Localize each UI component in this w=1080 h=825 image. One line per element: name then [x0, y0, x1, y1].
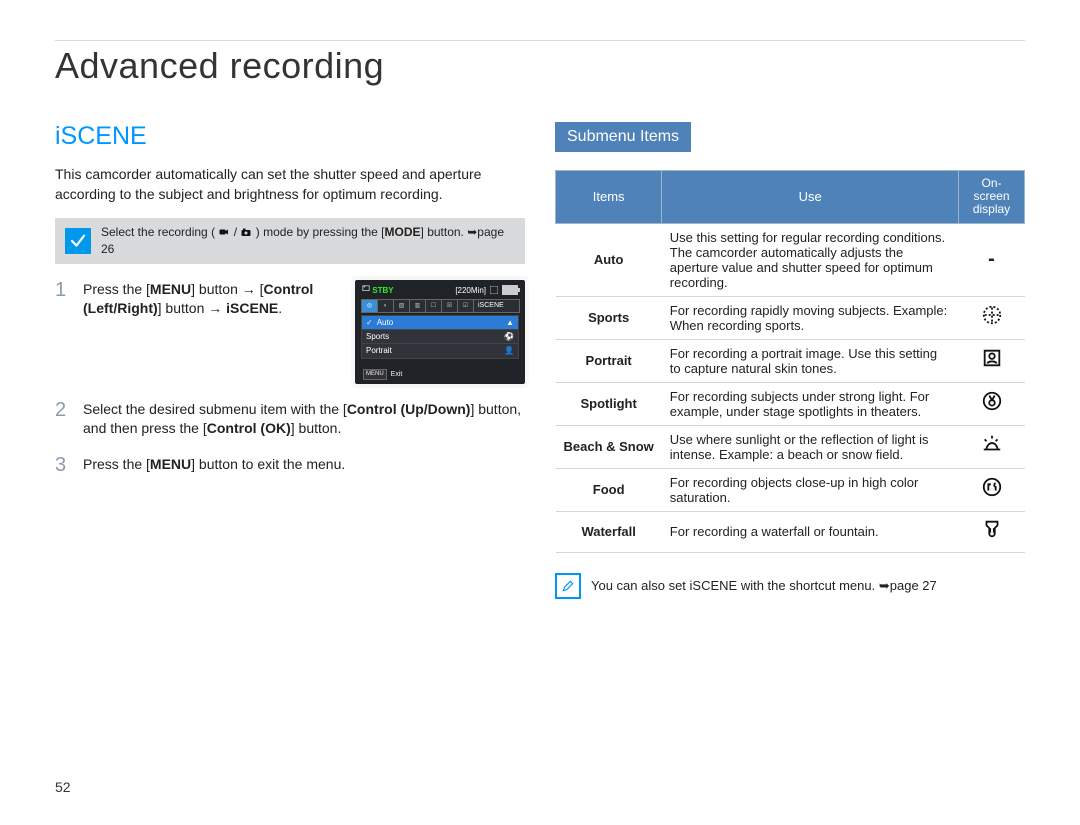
- page-number: 52: [55, 779, 71, 795]
- portrait-icon: [959, 339, 1025, 382]
- cell-use: Use this setting for regular recording c…: [662, 223, 959, 296]
- th-osd-l2: display: [973, 202, 1010, 216]
- table-row: Waterfall For recording a waterfall or f…: [556, 511, 1025, 552]
- table-row: Food For recording objects close-up in h…: [556, 468, 1025, 511]
- submenu-items-heading: Submenu Items: [555, 122, 691, 152]
- lcd-row-label: Auto: [377, 318, 393, 327]
- th-items: Items: [556, 171, 662, 224]
- cell-name: Sports: [556, 296, 662, 339]
- step-1: Press the [MENU] button → [Control (Left…: [55, 280, 525, 384]
- tip-page-ref: page 27: [890, 578, 937, 593]
- note-mode-button: MODE: [385, 225, 421, 239]
- step2-ctrl2: Control (OK): [207, 420, 291, 436]
- step1-text-d: .: [278, 300, 282, 316]
- note-box: Select the recording ( / ) mode by press…: [55, 218, 525, 264]
- section-heading-iscene: iSCENE: [55, 122, 525, 151]
- cell-use: For recording a waterfall or fountain.: [662, 511, 959, 552]
- lcd-time: [220Min]: [455, 285, 486, 296]
- lcd-exit-label: Exit: [391, 370, 403, 380]
- step3-menu: MENU: [150, 456, 191, 472]
- th-osd: On-screen display: [959, 171, 1025, 224]
- lcd-tab-icon: ☐: [425, 299, 442, 313]
- tip-row: You can also set iSCENE with the shortcu…: [555, 573, 1025, 599]
- cell-osd: -: [959, 223, 1025, 296]
- step3-text-b: ] button to exit the menu.: [191, 456, 345, 472]
- lcd-tab-icon: ☑: [457, 299, 474, 313]
- step3-text-a: Press the [: [83, 456, 150, 472]
- cell-use: For recording subjects under strong ligh…: [662, 382, 959, 425]
- table-row: Sports For recording rapidly moving subj…: [556, 296, 1025, 339]
- note-text: Select the recording ( / ) mode by press…: [101, 224, 515, 258]
- spotlight-icon: [959, 382, 1025, 425]
- beach-snow-icon: [959, 425, 1025, 468]
- lcd-row-portrait: Portrait👤: [362, 343, 518, 357]
- th-use: Use: [662, 171, 959, 224]
- lcd-tab-icon: ◐: [377, 299, 394, 313]
- intro-paragraph: This camcorder automatically can set the…: [55, 165, 525, 204]
- step-3: Press the [MENU] button to exit the menu…: [55, 455, 525, 475]
- cell-name: Food: [556, 468, 662, 511]
- food-icon: [959, 468, 1025, 511]
- lcd-footer: MENU Exit: [363, 369, 402, 379]
- note-text-pre: Select the recording (: [101, 225, 215, 239]
- step1-iscene: iSCENE: [226, 300, 278, 316]
- cell-use: For recording a portrait image. Use this…: [662, 339, 959, 382]
- cell-name: Beach & Snow: [556, 425, 662, 468]
- cell-use: For recording rapidly moving subjects. E…: [662, 296, 959, 339]
- submenu-items-table: Items Use On-screen display Auto Use thi…: [555, 170, 1025, 553]
- step-2: Select the desired submenu item with the…: [55, 400, 525, 439]
- th-osd-l1: On-screen: [973, 176, 1009, 203]
- lcd-tab-icon: ◎: [361, 299, 378, 313]
- lcd-menu-button: MENU: [363, 369, 387, 379]
- step2-ctrl1: Control (Up/Down): [347, 401, 471, 417]
- lcd-tab-icon: ▧: [393, 299, 410, 313]
- pencil-icon: [555, 573, 581, 599]
- lcd-tab-strip: ◎ ◐ ▧ ▥ ☐ ☒ ☑ iSCENE: [361, 299, 519, 313]
- lcd-tab-label: iSCENE: [473, 299, 520, 313]
- step2-text-c: ] button.: [291, 420, 342, 436]
- table-row: Portrait For recording a portrait image.…: [556, 339, 1025, 382]
- table-row: Spotlight For recording subjects under s…: [556, 382, 1025, 425]
- lcd-row-label: Portrait: [366, 345, 392, 356]
- table-row: Auto Use this setting for regular record…: [556, 223, 1025, 296]
- cell-name: Portrait: [556, 339, 662, 382]
- lcd-tab-icon: ▥: [409, 299, 426, 313]
- note-text-end: button.: [424, 225, 467, 239]
- waterfall-icon: [959, 511, 1025, 552]
- cell-name: Auto: [556, 223, 662, 296]
- cell-use: For recording objects close-up in high c…: [662, 468, 959, 511]
- check-icon: [65, 228, 91, 254]
- step1-text-c: ] button →: [158, 300, 226, 316]
- lcd-illustration: STBY [220Min] ◎ ◐: [355, 280, 525, 384]
- cell-name: Spotlight: [556, 382, 662, 425]
- lcd-row-sports: Sports⚽: [362, 329, 518, 343]
- step1-text-a: Press the [: [83, 281, 150, 297]
- step1-menu: MENU: [150, 281, 191, 297]
- note-text-post: ) mode by pressing the: [256, 225, 381, 239]
- step2-text-a: Select the desired submenu item with the…: [83, 401, 347, 417]
- lcd-row-label: Sports: [366, 331, 389, 342]
- lcd-row-auto: ✓Auto▲: [362, 316, 518, 329]
- tip-text: You can also set iSCENE with the shortcu…: [591, 578, 879, 593]
- lcd-tab-icon: ☒: [441, 299, 458, 313]
- battery-icon: [502, 285, 518, 295]
- sports-icon: [959, 296, 1025, 339]
- lcd-list: ✓Auto▲ Sports⚽ Portrait👤: [361, 315, 519, 359]
- chapter-title: Advanced recording: [55, 45, 1025, 87]
- cell-name: Waterfall: [556, 511, 662, 552]
- cell-use: Use where sunlight or the reflection of …: [662, 425, 959, 468]
- step1-text-b: ] button → [: [191, 281, 263, 297]
- lcd-stby: STBY: [372, 286, 393, 295]
- table-row: Beach & Snow Use where sunlight or the r…: [556, 425, 1025, 468]
